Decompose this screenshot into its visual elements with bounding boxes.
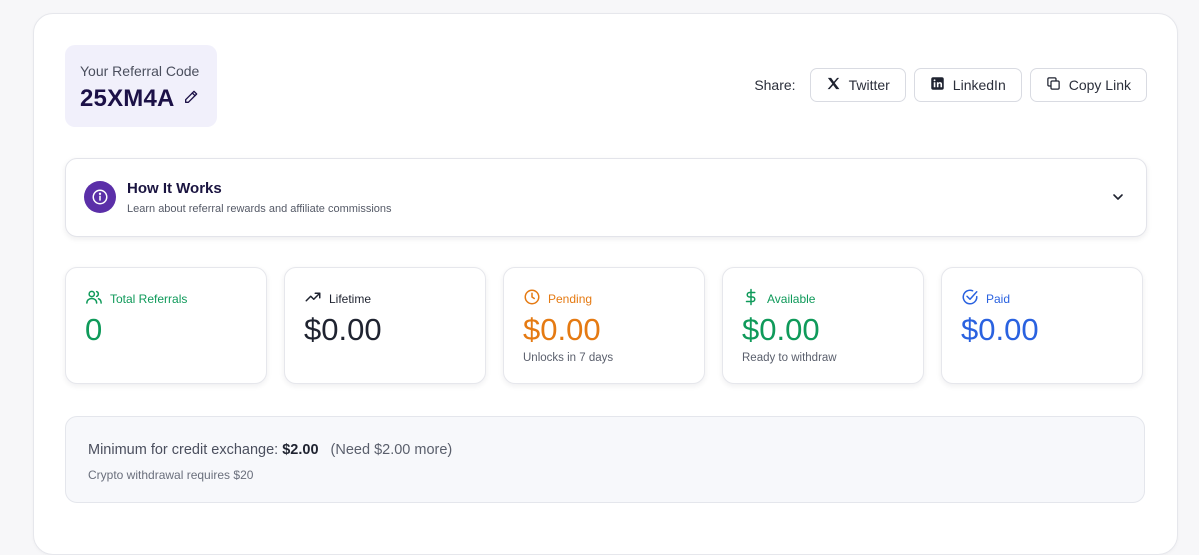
stat-card-lifetime: Lifetime $0.00	[284, 267, 486, 384]
stat-card-paid: Paid $0.00	[941, 267, 1143, 384]
stat-header: Available	[742, 288, 815, 309]
stat-header: Lifetime	[304, 288, 371, 309]
trending-up-icon	[304, 288, 322, 309]
stat-header: Total Referrals	[85, 288, 187, 309]
minimum-amount: $2.00	[282, 442, 319, 458]
chevron-down-icon[interactable]	[1110, 189, 1126, 205]
how-it-works-subtitle: Learn about referral rewards and affilia…	[127, 203, 392, 215]
stat-label: Lifetime	[329, 291, 372, 306]
stat-header: Paid	[961, 288, 1010, 309]
twitter-share-button[interactable]: Twitter	[809, 68, 906, 102]
stat-label: Paid	[986, 291, 1011, 306]
linkedin-icon	[930, 76, 945, 94]
referral-card: Your Referral Code 25XM4A Share: Twitter…	[33, 13, 1178, 555]
referral-code-label: Your Referral Code	[80, 63, 200, 79]
minimum-need: (Need $2.00 more)	[330, 442, 453, 458]
minimum-credit-line: Minimum for credit exchange: $2.00 (Need…	[88, 442, 452, 458]
stat-card-available: Available $0.00 Ready to withdraw	[722, 267, 924, 384]
edit-pencil-icon[interactable]	[183, 89, 201, 107]
stat-card-pending: Pending $0.00 Unlocks in 7 days	[503, 267, 705, 384]
minimum-prefix: Minimum for credit exchange:	[88, 442, 279, 458]
info-icon	[84, 181, 116, 213]
stat-label: Total Referrals	[110, 291, 188, 306]
referral-code: 25XM4A	[80, 85, 175, 112]
share-label: Share:	[754, 77, 796, 93]
minimum-withdrawal-box: Minimum for credit exchange: $2.00 (Need…	[65, 416, 1145, 503]
stat-value: $0.00	[961, 312, 1039, 347]
stat-header: Pending	[523, 288, 592, 309]
copy-link-button[interactable]: Copy Link	[1029, 68, 1147, 102]
referral-code-box: Your Referral Code 25XM4A	[65, 45, 217, 127]
stat-value: $0.00	[523, 312, 601, 347]
stat-value: $0.00	[304, 312, 382, 347]
stat-label: Pending	[548, 291, 593, 306]
clock-icon	[523, 288, 541, 309]
how-it-works-title: How It Works	[127, 180, 222, 197]
twitter-label: Twitter	[848, 77, 890, 93]
copy-link-label: Copy Link	[1068, 77, 1131, 93]
linkedin-share-button[interactable]: LinkedIn	[913, 68, 1022, 102]
stats-row: Total Referrals 0 Lifetime $0.00 Pending…	[65, 267, 1143, 384]
stat-card-total-referrals: Total Referrals 0	[65, 267, 267, 384]
copy-icon	[1046, 76, 1061, 94]
stat-note: Ready to withdraw	[742, 352, 837, 364]
users-icon	[85, 288, 103, 309]
stat-label: Available	[767, 291, 816, 306]
stat-note: Unlocks in 7 days	[523, 352, 614, 364]
dollar-icon	[742, 288, 760, 309]
stat-value: 0	[85, 312, 103, 347]
how-it-works-accordion[interactable]: How It Works Learn about referral reward…	[65, 158, 1147, 237]
check-circle-icon	[961, 288, 979, 309]
stat-value: $0.00	[742, 312, 820, 347]
x-logo-icon	[826, 76, 841, 94]
share-row: Share: Twitter LinkedIn Copy Link	[754, 68, 1147, 102]
crypto-withdrawal-note: Crypto withdrawal requires $20	[88, 468, 254, 482]
linkedin-label: LinkedIn	[952, 77, 1006, 93]
